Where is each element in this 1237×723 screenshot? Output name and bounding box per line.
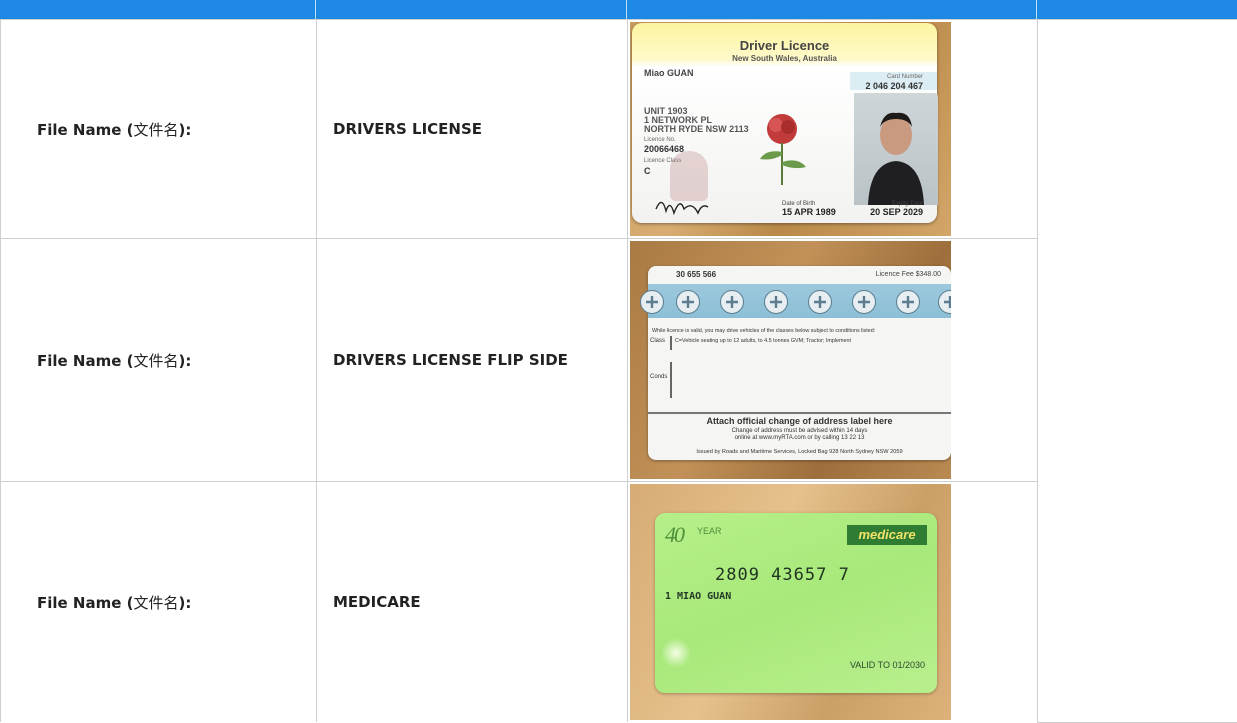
year-mark: YEAR <box>697 526 722 536</box>
header-divider <box>315 0 316 19</box>
medicare-valid-to: VALID TO 01/2030 <box>850 660 925 670</box>
emblem-icon <box>720 290 744 314</box>
expiry-date: 20 SEP 2029 <box>870 207 923 217</box>
holder-photo <box>854 93 938 205</box>
emblem-icon <box>640 290 664 314</box>
file-name-value: MEDICARE <box>317 482 628 723</box>
card-number: 2 046 204 467 <box>865 81 923 91</box>
valid-text: While licence is valid, you may drive ve… <box>652 328 875 334</box>
medicare-number: 2809 43657 7 <box>715 565 850 585</box>
medicare-holder-name: 1 MIAO GUAN <box>665 591 731 602</box>
licence-no-label: Licence No. <box>644 137 676 143</box>
drivers-license-back-card: 30 655 566 Licence Fee $348.00 While lic… <box>648 266 951 460</box>
holder-name: Miao GUAN <box>644 68 694 78</box>
table-row: File Name (文件名): DRIVERS LICENSE Driver … <box>1 20 1237 239</box>
card-title: Driver Licence <box>632 38 937 53</box>
label-cn: 文件名 <box>133 121 178 139</box>
change-address-line-1: Change of address must be advised within… <box>648 428 951 434</box>
file-name-label: File Name (文件名): <box>1 482 317 723</box>
medicare-photo[interactable]: 40 YEAR medicare 2809 43657 7 1 MIAO GUA… <box>630 484 951 720</box>
label-suffix: ): <box>179 594 192 612</box>
medicare-card: 40 YEAR medicare 2809 43657 7 1 MIAO GUA… <box>655 513 937 693</box>
emblem-icon <box>852 290 876 314</box>
label-prefix: File Name ( <box>37 352 133 370</box>
medicare-logo: medicare <box>847 525 927 545</box>
header-divider <box>1036 0 1037 19</box>
label-cn: 文件名 <box>133 352 178 370</box>
label-suffix: ): <box>179 121 192 139</box>
emblem-icon <box>808 290 832 314</box>
class-bracket <box>670 336 672 350</box>
emblem-icon <box>896 290 920 314</box>
file-name-label: File Name (文件名): <box>1 239 317 482</box>
waratah-flower-icon <box>752 107 812 187</box>
conds-bracket <box>670 362 672 398</box>
table-header-bar <box>0 0 1237 19</box>
file-name-value: DRIVERS LICENSE FLIP SIDE <box>317 239 628 482</box>
class-label: Class <box>650 338 665 344</box>
document-image-cell: 40 YEAR medicare 2809 43657 7 1 MIAO GUA… <box>628 482 1038 723</box>
attach-label-text: Attach official change of address label … <box>648 416 951 426</box>
document-image-cell: Driver Licence New South Wales, Australi… <box>628 20 1038 239</box>
forty-year-mark: 40 <box>665 522 683 548</box>
document-image-cell: 30 655 566 Licence Fee $348.00 While lic… <box>628 239 1038 482</box>
header-divider <box>626 0 627 19</box>
label-prefix: File Name ( <box>37 121 133 139</box>
empty-column <box>1038 20 1237 723</box>
label-prefix: File Name ( <box>37 594 133 612</box>
label-cn: 文件名 <box>133 594 178 612</box>
card-serial: 30 655 566 <box>676 270 716 279</box>
licence-fee: Licence Fee $348.00 <box>876 271 941 278</box>
licence-class: C <box>644 166 651 176</box>
file-name-label: File Name (文件名): <box>1 20 317 239</box>
issued-by: Issued by Roads and Maritime Services, L… <box>648 449 951 455</box>
drivers-license-back-photo[interactable]: 30 655 566 Licence Fee $348.00 While lic… <box>630 241 951 479</box>
light-glare <box>661 638 691 668</box>
file-table: File Name (文件名): DRIVERS LICENSE Driver … <box>0 19 1237 723</box>
dob: 15 APR 1989 <box>782 207 836 217</box>
emblem-icon <box>764 290 788 314</box>
signature-icon <box>652 191 712 219</box>
drivers-license-card: Driver Licence New South Wales, Australi… <box>632 23 937 223</box>
card-number-label: Card Number <box>887 74 923 80</box>
label-suffix: ): <box>179 352 192 370</box>
card-divider <box>648 412 951 414</box>
emblem-icon <box>676 290 700 314</box>
holder-address: UNIT 1903 1 NETWORK PL NORTH RYDE NSW 21… <box>644 107 749 134</box>
change-address-line-2: online at www.myRTA.com or by calling 13… <box>648 435 951 441</box>
file-name-value: DRIVERS LICENSE <box>317 20 628 239</box>
class-text: C=Vehicle seating up to 12 adults, to 4.… <box>675 338 851 344</box>
drivers-license-photo[interactable]: Driver Licence New South Wales, Australi… <box>630 22 951 236</box>
emblem-strip <box>648 284 951 318</box>
person-icon <box>854 93 938 205</box>
card-subtitle: New South Wales, Australia <box>632 54 937 63</box>
conds-label: Conds <box>650 374 667 380</box>
emblem-icon <box>938 290 951 314</box>
